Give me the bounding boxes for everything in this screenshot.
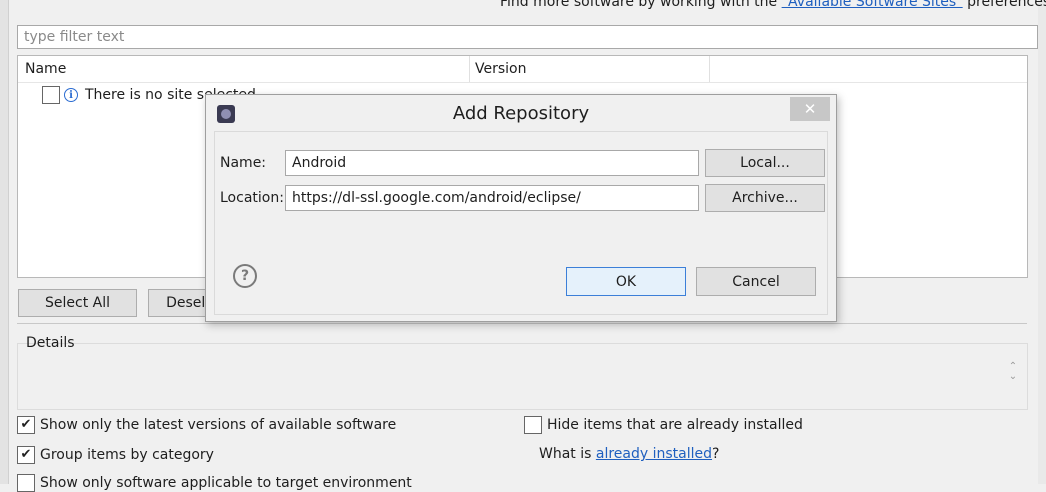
option-show-applicable[interactable]: Show only software applicable to target …: [17, 474, 412, 492]
show-applicable-label: Show only software applicable to target …: [40, 475, 412, 491]
add-repository-dialog: Add Repository ✕ Name: Local... Location…: [205, 94, 837, 322]
column-header-name[interactable]: Name: [25, 61, 66, 77]
dialog-content: Name: Local... Location: Archive... ? OK…: [214, 131, 828, 315]
show-latest-label: Show only the latest versions of availab…: [40, 417, 397, 433]
info-prefix: Find more software by working with the: [500, 0, 782, 10]
cancel-button[interactable]: Cancel: [696, 267, 816, 296]
select-all-button[interactable]: Select All: [18, 289, 137, 317]
local-button[interactable]: Local...: [705, 149, 825, 177]
column-divider[interactable]: [709, 56, 710, 82]
hide-installed-label: Hide items that are already installed: [547, 417, 803, 433]
dialog-title-bar[interactable]: Add Repository ✕: [206, 95, 836, 131]
group-by-category-checkbox[interactable]: [17, 446, 35, 464]
column-divider[interactable]: [469, 56, 470, 82]
option-hide-installed[interactable]: Hide items that are already installed: [524, 416, 803, 434]
name-field[interactable]: [285, 150, 699, 176]
divider: [17, 323, 1027, 324]
installed-prefix: What is: [539, 446, 596, 462]
option-show-latest[interactable]: Show only the latest versions of availab…: [17, 416, 396, 434]
row-checkbox[interactable]: [42, 86, 60, 104]
scroll-spinner-icon[interactable]: ⌃ ⌄: [1006, 362, 1020, 386]
group-by-category-label: Group items by category: [40, 447, 214, 463]
info-icon: i: [64, 88, 78, 102]
table-header: Name Version: [18, 56, 1027, 83]
info-suffix: preferences.: [962, 0, 1046, 10]
column-header-version[interactable]: Version: [475, 61, 526, 77]
available-software-sites-link[interactable]: "Available Software Sites": [782, 0, 963, 10]
background-window-edge-right: [1038, 0, 1046, 484]
close-icon[interactable]: ✕: [790, 97, 830, 121]
show-applicable-checkbox[interactable]: [17, 474, 35, 492]
details-area: [17, 343, 1028, 410]
already-installed-text: What is already installed?: [539, 446, 719, 462]
archive-button[interactable]: Archive...: [705, 184, 825, 212]
already-installed-link[interactable]: already installed: [596, 446, 712, 462]
filter-input[interactable]: [17, 25, 1038, 49]
name-label: Name:: [220, 155, 267, 171]
help-icon[interactable]: ?: [233, 264, 257, 288]
dialog-title: Add Repository: [452, 103, 590, 124]
hide-installed-checkbox[interactable]: [524, 416, 542, 434]
show-latest-checkbox[interactable]: [17, 416, 35, 434]
available-sites-info: Find more software by working with the "…: [500, 0, 1046, 10]
background-window-edge: [0, 0, 9, 484]
ok-button[interactable]: OK: [566, 267, 686, 296]
location-label: Location:: [220, 190, 284, 206]
location-field[interactable]: [285, 185, 699, 211]
option-group-by-category[interactable]: Group items by category: [17, 446, 214, 464]
installed-suffix: ?: [712, 446, 720, 462]
details-label: Details: [26, 335, 75, 351]
